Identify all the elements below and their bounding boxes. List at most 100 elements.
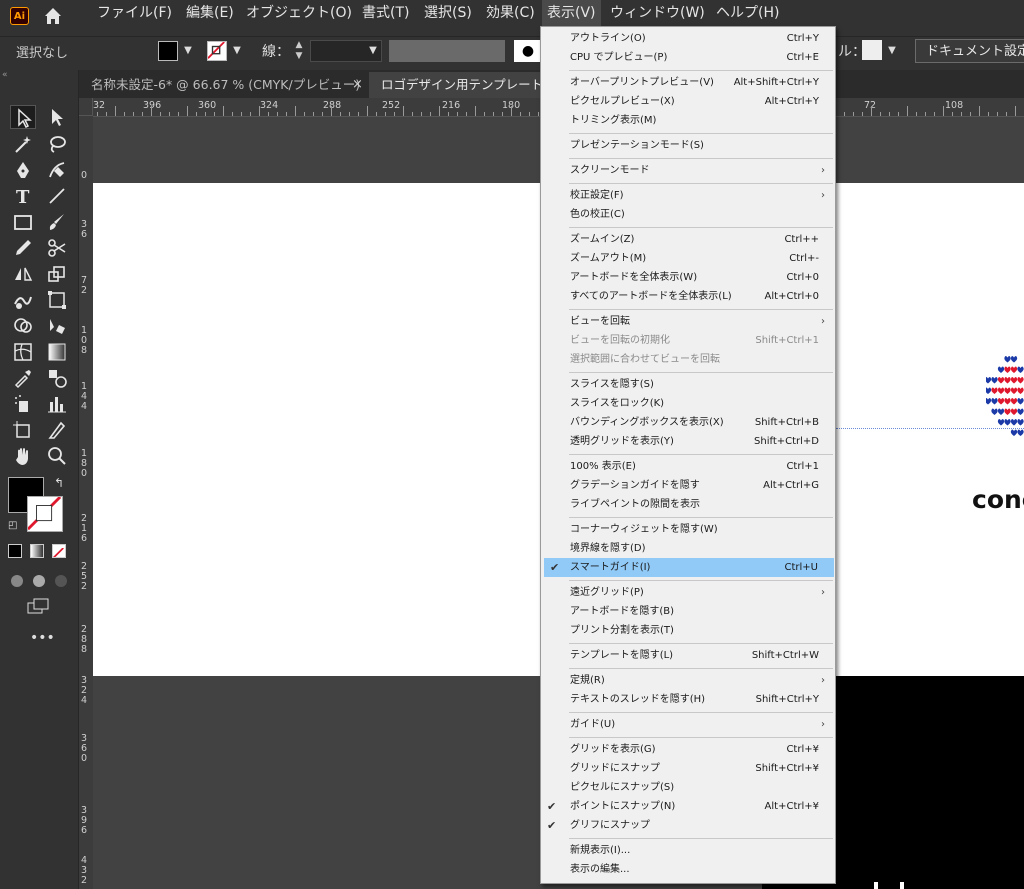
lasso-tool-icon[interactable]: [44, 132, 70, 156]
panel-collapse-icon[interactable]: «: [2, 70, 8, 80]
view-menu-item[interactable]: 色の校正(C): [541, 205, 835, 224]
direct-selection-tool-icon[interactable]: [44, 105, 70, 129]
view-menu-item[interactable]: ✔ グリフにスナップ: [541, 816, 835, 835]
stroke-swatch[interactable]: [27, 496, 63, 532]
view-menu-item[interactable]: ズームイン(Z) Ctrl++: [541, 230, 835, 249]
view-menu-item[interactable]: 校正設定(F) ›: [541, 186, 835, 205]
shape-builder-tool-icon[interactable]: [10, 314, 36, 338]
stroke-stepper-icon[interactable]: ▲ ▼: [292, 40, 306, 62]
paintbrush-tool-icon[interactable]: [44, 210, 70, 234]
slice-tool-icon[interactable]: [44, 418, 70, 442]
tab-document-2[interactable]: ロゴデザイン用テンプレート.ai @: [369, 72, 541, 98]
view-menu-item[interactable]: アウトライン(O) Ctrl+Y: [541, 29, 835, 48]
draw-mode-icons[interactable]: [8, 571, 70, 591]
default-colors-icon[interactable]: ◰: [8, 520, 17, 531]
menu-item[interactable]: ファイル(F): [92, 0, 177, 26]
zoom-tool-icon[interactable]: [44, 444, 70, 468]
home-icon[interactable]: [42, 5, 64, 27]
mesh-tool-icon[interactable]: [10, 340, 36, 364]
type-tool-icon[interactable]: T: [10, 184, 36, 208]
view-menu-item[interactable]: プリント分割を表示(T): [541, 621, 835, 640]
view-menu-item[interactable]: テキストのスレッドを隠す(H) Shift+Ctrl+Y: [541, 690, 835, 709]
view-menu-item[interactable]: テンプレートを隠す(L) Shift+Ctrl+W: [541, 646, 835, 665]
view-menu-item[interactable]: 表示の編集...: [541, 860, 835, 879]
stroke-weight-chevron-icon[interactable]: ▼: [366, 41, 380, 61]
variable-width-profile[interactable]: [389, 40, 505, 62]
menu-item[interactable]: 書式(T): [357, 0, 414, 26]
scissors-tool-icon[interactable]: [44, 236, 70, 260]
view-menu-item[interactable]: ピクセルにスナップ(S): [541, 778, 835, 797]
symbol-sprayer-tool-icon[interactable]: [10, 392, 36, 416]
pen-tool-icon[interactable]: [10, 158, 36, 182]
line-tool-icon[interactable]: [44, 184, 70, 208]
view-menu-item[interactable]: CPU でプレビュー(P) Ctrl+E: [541, 48, 835, 67]
stroke-dropdown-chevron-icon[interactable]: ▼: [230, 41, 244, 61]
view-menu-item[interactable]: アートボードを全体表示(W) Ctrl+0: [541, 268, 835, 287]
menu-item[interactable]: 編集(E): [181, 0, 239, 26]
view-menu-item[interactable]: 透明グリッドを表示(Y) Shift+Ctrl+D: [541, 432, 835, 451]
stroke-color-swatch[interactable]: [207, 41, 227, 61]
brush-definition-icon[interactable]: ●: [514, 40, 542, 62]
view-menu-item[interactable]: 定規(R) ›: [541, 671, 835, 690]
color-mode-icon[interactable]: [8, 544, 22, 558]
close-icon[interactable]: ×: [352, 72, 363, 98]
none-mode-icon[interactable]: [52, 544, 66, 558]
view-menu-item[interactable]: ライブペイントの隙間を表示: [541, 495, 835, 514]
view-menu-item[interactable]: ビューを回転 ›: [541, 312, 835, 331]
menu-item[interactable]: 効果(C): [481, 0, 540, 26]
view-menu-item[interactable]: 100% 表示(E) Ctrl+1: [541, 457, 835, 476]
view-menu-item[interactable]: アートボードを隠す(B): [541, 602, 835, 621]
warp-tool-icon[interactable]: [10, 288, 36, 312]
view-menu-item[interactable]: ✔ ポイントにスナップ(N) Alt+Ctrl+¥: [541, 797, 835, 816]
menu-item[interactable]: 選択(S): [419, 0, 477, 26]
eyedropper-tool-icon[interactable]: [10, 366, 36, 390]
view-menu-item[interactable]: バウンディングボックスを表示(X) Shift+Ctrl+B: [541, 413, 835, 432]
view-menu-item[interactable]: ズームアウト(M) Ctrl+-: [541, 249, 835, 268]
view-menu-item[interactable]: グリッドにスナップ Shift+Ctrl+¥: [541, 759, 835, 778]
artboard-tool-icon[interactable]: [10, 418, 36, 442]
view-menu-item[interactable]: スライスを隠す(S): [541, 375, 835, 394]
menu-item[interactable]: ウィンドウ(W): [605, 0, 710, 26]
view-menu-item[interactable]: オーバープリントプレビュー(V) Alt+Shift+Ctrl+Y: [541, 73, 835, 92]
selection-tool-icon[interactable]: [10, 105, 36, 129]
pencil-tool-icon[interactable]: [10, 236, 36, 260]
view-menu-item[interactable]: グラデーションガイドを隠す Alt+Ctrl+G: [541, 476, 835, 495]
view-menu-item[interactable]: スクリーンモード ›: [541, 161, 835, 180]
tab-document-1[interactable]: 名称未設定-6* @ 66.67 % (CMYK/プレビュー): [79, 72, 369, 98]
rectangle-tool-icon[interactable]: [10, 210, 36, 234]
opacity-swatch[interactable]: [862, 40, 882, 60]
view-menu-item[interactable]: 遠近グリッド(P) ›: [541, 583, 835, 602]
blend-tool-icon[interactable]: [44, 366, 70, 390]
menu-item[interactable]: オブジェクト(O): [241, 0, 357, 26]
live-paint-bucket-tool-icon[interactable]: [44, 314, 70, 338]
view-menu-item[interactable]: 境界線を隠す(D): [541, 539, 835, 558]
view-menu-item[interactable]: ピクセルプレビュー(X) Alt+Ctrl+Y: [541, 92, 835, 111]
view-menu-item[interactable]: コーナーウィジェットを隠す(W): [541, 520, 835, 539]
gradient-tool-icon[interactable]: [44, 340, 70, 364]
menu-item[interactable]: ヘルプ(H): [711, 0, 784, 26]
gradient-mode-icon[interactable]: [30, 544, 44, 558]
free-transform-tool-icon[interactable]: [44, 288, 70, 312]
fill-dropdown-chevron-icon[interactable]: ▼: [181, 41, 195, 61]
screen-mode-icon[interactable]: [26, 597, 52, 617]
view-menu-item[interactable]: すべてのアートボードを全体表示(L) Alt+Ctrl+0: [541, 287, 835, 306]
opacity-chevron-icon[interactable]: ▼: [885, 41, 899, 61]
view-menu-item[interactable]: トリミング表示(M): [541, 111, 835, 130]
view-menu-item[interactable]: ✔ スマートガイド(I) Ctrl+U: [544, 558, 834, 577]
curvature-tool-icon[interactable]: [44, 158, 70, 182]
view-menu-item[interactable]: プレゼンテーションモード(S): [541, 136, 835, 155]
reflect-tool-icon[interactable]: [10, 262, 36, 286]
view-menu-item[interactable]: 新規表示(I)...: [541, 841, 835, 860]
magic-wand-tool-icon[interactable]: [10, 132, 36, 156]
view-menu-item[interactable]: ガイド(U) ›: [541, 715, 835, 734]
edit-toolbar-icon[interactable]: •••: [30, 630, 55, 646]
hand-tool-icon[interactable]: [10, 444, 36, 468]
ruler-origin[interactable]: [79, 98, 93, 116]
scale-tool-icon[interactable]: [44, 262, 70, 286]
view-menu-item[interactable]: グリッドを表示(G) Ctrl+¥: [541, 740, 835, 759]
column-graph-tool-icon[interactable]: [44, 392, 70, 416]
swap-fill-stroke-icon[interactable]: ↰: [54, 476, 64, 490]
document-settings-button[interactable]: ドキュメント設定: [915, 39, 1024, 63]
menu-item[interactable]: 表示(V): [542, 0, 601, 26]
fill-color-swatch[interactable]: [158, 41, 178, 61]
